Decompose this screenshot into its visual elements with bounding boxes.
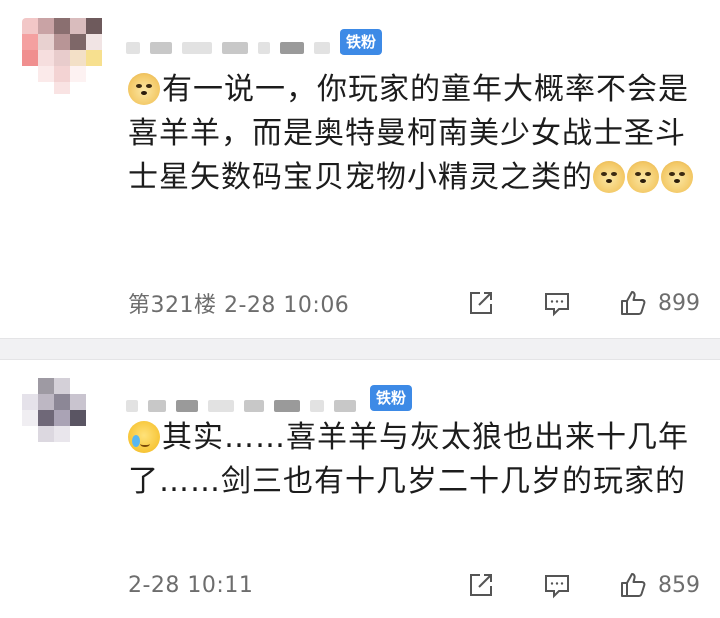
comment-text: 其实……喜羊羊与灰太狼也出来十几年了……剑三也有十几岁二十几岁的玩家的 <box>128 416 700 504</box>
like-icon[interactable] <box>618 288 648 318</box>
comment-actions: 899 <box>420 286 700 320</box>
like-icon[interactable] <box>618 570 648 600</box>
username-blurred[interactable] <box>126 398 356 414</box>
fan-badge: 铁粉 <box>370 385 413 411</box>
comment-footer: 2-28 10:11 859 <box>128 568 700 602</box>
comment-footer: 第321楼 2-28 10:06 899 <box>128 286 700 320</box>
comment-actions: 859 <box>420 568 700 602</box>
like-button[interactable]: 899 <box>618 288 700 318</box>
comment-meta: 2-28 10:11 <box>128 572 254 598</box>
comment-item: 铁粉 有一说一，你玩家的童年大概率不会是喜羊羊，而是奥特曼柯南美少女战士圣斗士星… <box>0 0 720 338</box>
doge-emoji-icon <box>128 73 160 105</box>
comment-text: 有一说一，你玩家的童年大概率不会是喜羊羊，而是奥特曼柯南美少女战士圣斗士星矢数码… <box>128 68 700 200</box>
share-icon[interactable] <box>466 570 496 600</box>
comment-icon[interactable] <box>542 288 572 318</box>
avatar[interactable] <box>22 18 118 94</box>
like-button[interactable]: 859 <box>618 570 700 600</box>
comment-item: 铁粉 其实……喜羊羊与灰太狼也出来十几年了……剑三也有十几岁二十几岁的玩家的 2… <box>0 360 720 618</box>
doge-emoji-icon <box>593 161 625 193</box>
like-count: 859 <box>658 572 700 598</box>
share-icon[interactable] <box>466 288 496 318</box>
doge-emoji-icon <box>627 161 659 193</box>
comment-meta: 第321楼 2-28 10:06 <box>128 293 350 318</box>
doge-emoji-icon <box>661 161 693 193</box>
like-count: 899 <box>658 290 700 316</box>
comment-icon[interactable] <box>542 570 572 600</box>
comment-text-content: 其实……喜羊羊与灰太狼也出来十几年了……剑三也有十几岁二十几岁的玩家的 <box>128 420 689 499</box>
crying-emoji-icon <box>128 421 160 453</box>
avatar[interactable] <box>22 378 102 454</box>
fan-badge: 铁粉 <box>340 29 383 55</box>
comment-separator <box>0 338 720 360</box>
username-blurred[interactable] <box>126 40 358 56</box>
